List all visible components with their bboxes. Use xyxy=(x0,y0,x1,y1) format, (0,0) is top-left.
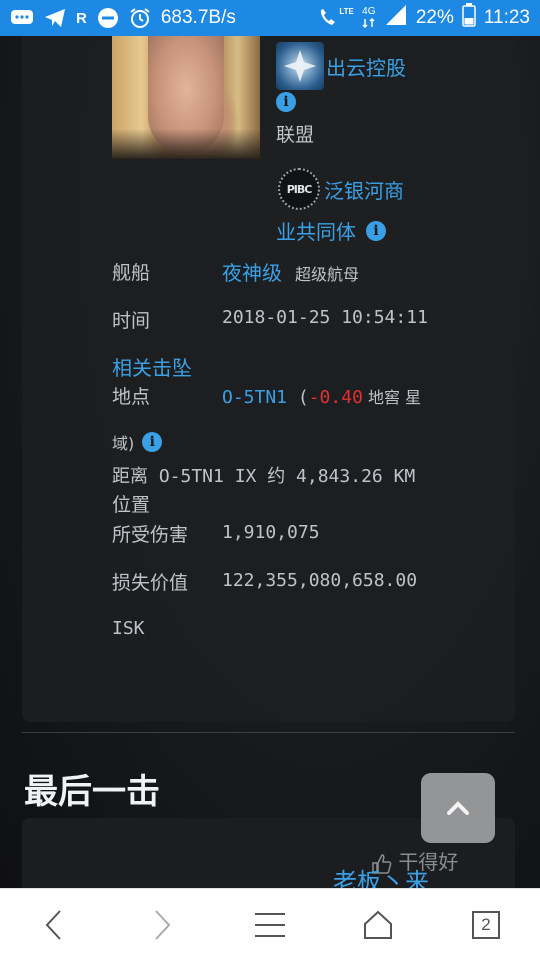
watermark-author: 老板丶来 xyxy=(333,868,429,888)
killmail-page: 出云控股 i 联盟 PIBC 泛银河商 业共同体 i 舰船 夜神级 超级航母 时… xyxy=(0,36,540,888)
corporation-info-icon[interactable]: i xyxy=(276,92,296,112)
scroll-to-top-button[interactable] xyxy=(421,773,495,843)
location-label: 地点 xyxy=(112,386,151,408)
telegram-icon xyxy=(44,8,66,28)
location-value: O-5TN1 (-0.40 地窖 星 xyxy=(222,384,421,408)
corporation-logo-icon[interactable] xyxy=(276,42,324,90)
battery-percent: 22% xyxy=(415,7,454,28)
alarm-icon xyxy=(129,7,151,29)
home-icon xyxy=(364,910,392,939)
alliance-row-2: 业共同体 i xyxy=(276,216,386,245)
final-blow-heading: 最后一击 xyxy=(24,772,160,812)
ship-name-link[interactable]: 夜神级 xyxy=(222,257,282,286)
r-badge: R xyxy=(76,9,87,27)
alliance-row: PIBC 泛银河商 xyxy=(278,168,404,210)
position-label: 位置 xyxy=(112,494,151,516)
tabs-button[interactable]: 2 xyxy=(456,895,516,955)
battery-icon xyxy=(462,3,476,33)
damage-value: 1,910,075 xyxy=(222,522,320,543)
hamburger-menu-icon xyxy=(255,912,285,937)
isk-unit: ISK xyxy=(112,618,145,639)
home-button[interactable] xyxy=(348,895,408,955)
chevron-left-icon xyxy=(45,909,61,940)
browser-bottom-nav: 2 xyxy=(0,888,540,960)
region-info-icon[interactable]: i xyxy=(142,432,163,452)
ship-label: 舰船 xyxy=(112,262,151,284)
region-row-2: 域) i xyxy=(112,430,163,454)
forward-button[interactable] xyxy=(132,895,192,955)
mobile-data-indicator: 4G xyxy=(362,7,376,29)
back-button[interactable] xyxy=(24,895,84,955)
tab-count: 2 xyxy=(472,910,500,939)
volte-call-icon: LTE xyxy=(317,7,354,29)
alliance-name-link-line1[interactable]: 泛银河商 xyxy=(324,175,404,204)
chat-bubble-icon xyxy=(10,8,34,28)
corporation-name-link[interactable]: 出云控股 xyxy=(326,52,406,81)
system-link[interactable]: O-5TN1 xyxy=(222,387,287,408)
status-bar: R 683.7B/s LTE 4G 22% 11:23 xyxy=(0,0,540,36)
time-value: 2018-01-25 10:54:11 xyxy=(222,307,428,328)
paren: ( xyxy=(287,387,309,408)
signal-type-label: 4G xyxy=(362,6,376,17)
security-status: -0.40 xyxy=(308,387,363,408)
loss-value: 122,355,080,658.00 xyxy=(222,570,418,591)
do-not-disturb-icon xyxy=(97,7,119,29)
chevron-right-icon xyxy=(155,909,171,940)
distance-text: 距离 O-5TN1 IX 约 4,843.26 KM xyxy=(112,466,416,487)
lte-label: LTE xyxy=(339,7,354,16)
alliance-logo-icon[interactable]: PIBC xyxy=(278,168,320,210)
section-divider xyxy=(22,732,515,733)
corporation-row: 出云控股 xyxy=(276,42,406,90)
alliance-prefix-label: 联盟 xyxy=(276,124,315,146)
alliance-info-icon[interactable]: i xyxy=(366,220,386,241)
victim-portrait[interactable] xyxy=(112,36,260,159)
damage-label: 所受伤害 xyxy=(112,524,189,546)
related-kills-link[interactable]: 相关击坠 xyxy=(112,352,192,381)
alliance-name-link-line2[interactable]: 业共同体 xyxy=(276,216,356,245)
region-name-part2: 域) xyxy=(112,434,135,453)
killmail-card xyxy=(22,36,515,722)
network-speed: 683.7B/s xyxy=(160,7,236,28)
menu-button[interactable] xyxy=(240,895,300,955)
ship-class: 超级航母 xyxy=(295,265,360,284)
clock: 11:23 xyxy=(483,7,530,28)
signal-strength-icon xyxy=(384,4,408,32)
loss-value-label: 损失价值 xyxy=(112,572,189,594)
time-label: 时间 xyxy=(112,310,151,332)
chevron-up-icon xyxy=(447,801,469,815)
region-name-part1[interactable]: 地窖 星 xyxy=(363,388,421,407)
